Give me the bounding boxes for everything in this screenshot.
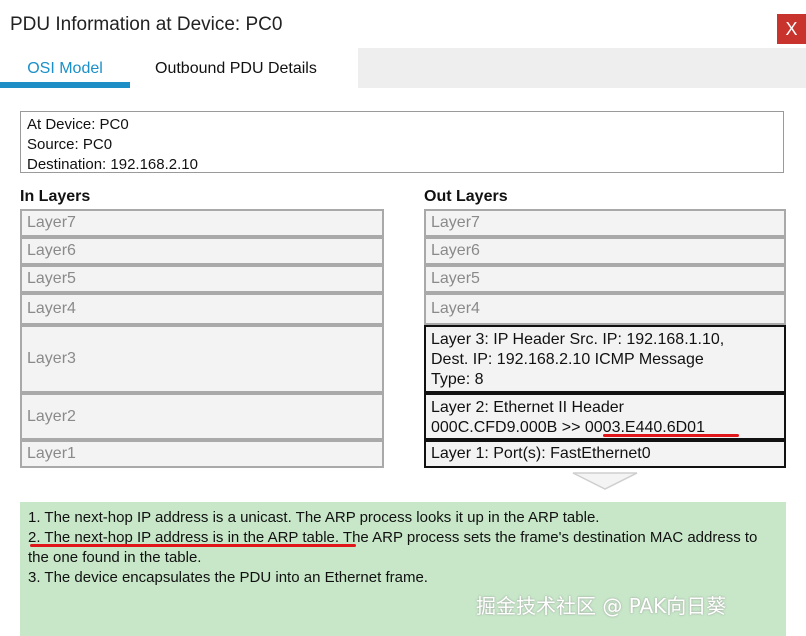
layer-label: Layer4 <box>27 300 76 317</box>
destination-text: Destination: 192.168.2.10 <box>27 156 198 173</box>
layer-label: Layer7 <box>431 214 480 231</box>
layer3-line2: Dest. IP: 192.168.2.10 ICMP Message <box>431 351 704 368</box>
layer2-line1: Layer 2: Ethernet II Header <box>431 399 624 416</box>
tab-strip-background <box>358 48 806 88</box>
next-layer-arrow-icon[interactable] <box>572 471 638 491</box>
out-layer-7[interactable]: Layer7 <box>424 209 786 237</box>
step-3: 3. The device encapsulates the PDU into … <box>28 569 428 586</box>
out-layer-1[interactable]: Layer 1: Port(s): FastEthernet0 <box>424 440 786 468</box>
layer-label: Layer4 <box>431 300 480 317</box>
layer-label: Layer2 <box>27 407 76 425</box>
source-text: Source: PC0 <box>27 136 113 153</box>
layer-label: Layer6 <box>27 242 76 259</box>
in-layer-1[interactable]: Layer1 <box>20 440 384 468</box>
step-2: 2. The next-hop IP address is in the ARP… <box>28 529 758 566</box>
in-layer-6[interactable]: Layer6 <box>20 237 384 265</box>
tab-label: OSI Model <box>27 60 103 77</box>
annotation-underline-step2 <box>30 544 356 547</box>
layer3-line1: Layer 3: IP Header Src. IP: 192.168.1.10… <box>431 331 725 348</box>
in-layer-4[interactable]: Layer4 <box>20 293 384 325</box>
layer-label: Layer5 <box>431 270 480 287</box>
step-1: 1. The next-hop IP address is a unicast.… <box>28 509 600 526</box>
device-info-box: At Device: PC0 Source: PC0 Destination: … <box>20 111 784 173</box>
tab-label: Outbound PDU Details <box>155 60 317 77</box>
out-layer-6[interactable]: Layer6 <box>424 237 786 265</box>
layer-label: Layer6 <box>431 242 480 259</box>
out-layer-2[interactable]: Layer 2: Ethernet II Header 000C.CFD9.00… <box>424 393 786 440</box>
in-layer-2[interactable]: Layer2 <box>20 393 384 440</box>
out-layers-header: Out Layers <box>424 188 508 205</box>
layer-label: Layer 1: Port(s): FastEthernet0 <box>431 445 651 462</box>
close-icon: X <box>785 19 798 39</box>
watermark: 掘金技术社区 @ PAK向日葵 <box>476 594 727 618</box>
title-bar: PDU Information at Device: PC0 X <box>0 0 806 44</box>
at-device-text: At Device: PC0 <box>27 116 129 133</box>
annotation-underline-mac <box>603 434 739 437</box>
out-layer-4[interactable]: Layer4 <box>424 293 786 325</box>
in-layer-5[interactable]: Layer5 <box>20 265 384 293</box>
layer-label: Layer7 <box>27 214 76 231</box>
layer-label: Layer1 <box>27 445 76 462</box>
tab-osi-model[interactable]: OSI Model <box>0 48 130 88</box>
out-layer-5[interactable]: Layer5 <box>424 265 786 293</box>
out-layer-3[interactable]: Layer 3: IP Header Src. IP: 192.168.1.10… <box>424 325 786 393</box>
tab-selected-indicator <box>0 82 130 88</box>
layer3-line3: Type: 8 <box>431 371 484 388</box>
in-layers-header: In Layers <box>20 188 91 205</box>
close-button[interactable]: X <box>777 14 806 44</box>
layer-label: Layer5 <box>27 270 76 287</box>
in-layer-7[interactable]: Layer7 <box>20 209 384 237</box>
window-title: PDU Information at Device: PC0 <box>10 14 283 35</box>
layer-label: Layer3 <box>27 350 76 367</box>
in-layer-3[interactable]: Layer3 <box>20 325 384 393</box>
tab-outbound-pdu-details[interactable]: Outbound PDU Details <box>155 48 317 88</box>
tab-bar: OSI Model Outbound PDU Details <box>0 48 806 88</box>
